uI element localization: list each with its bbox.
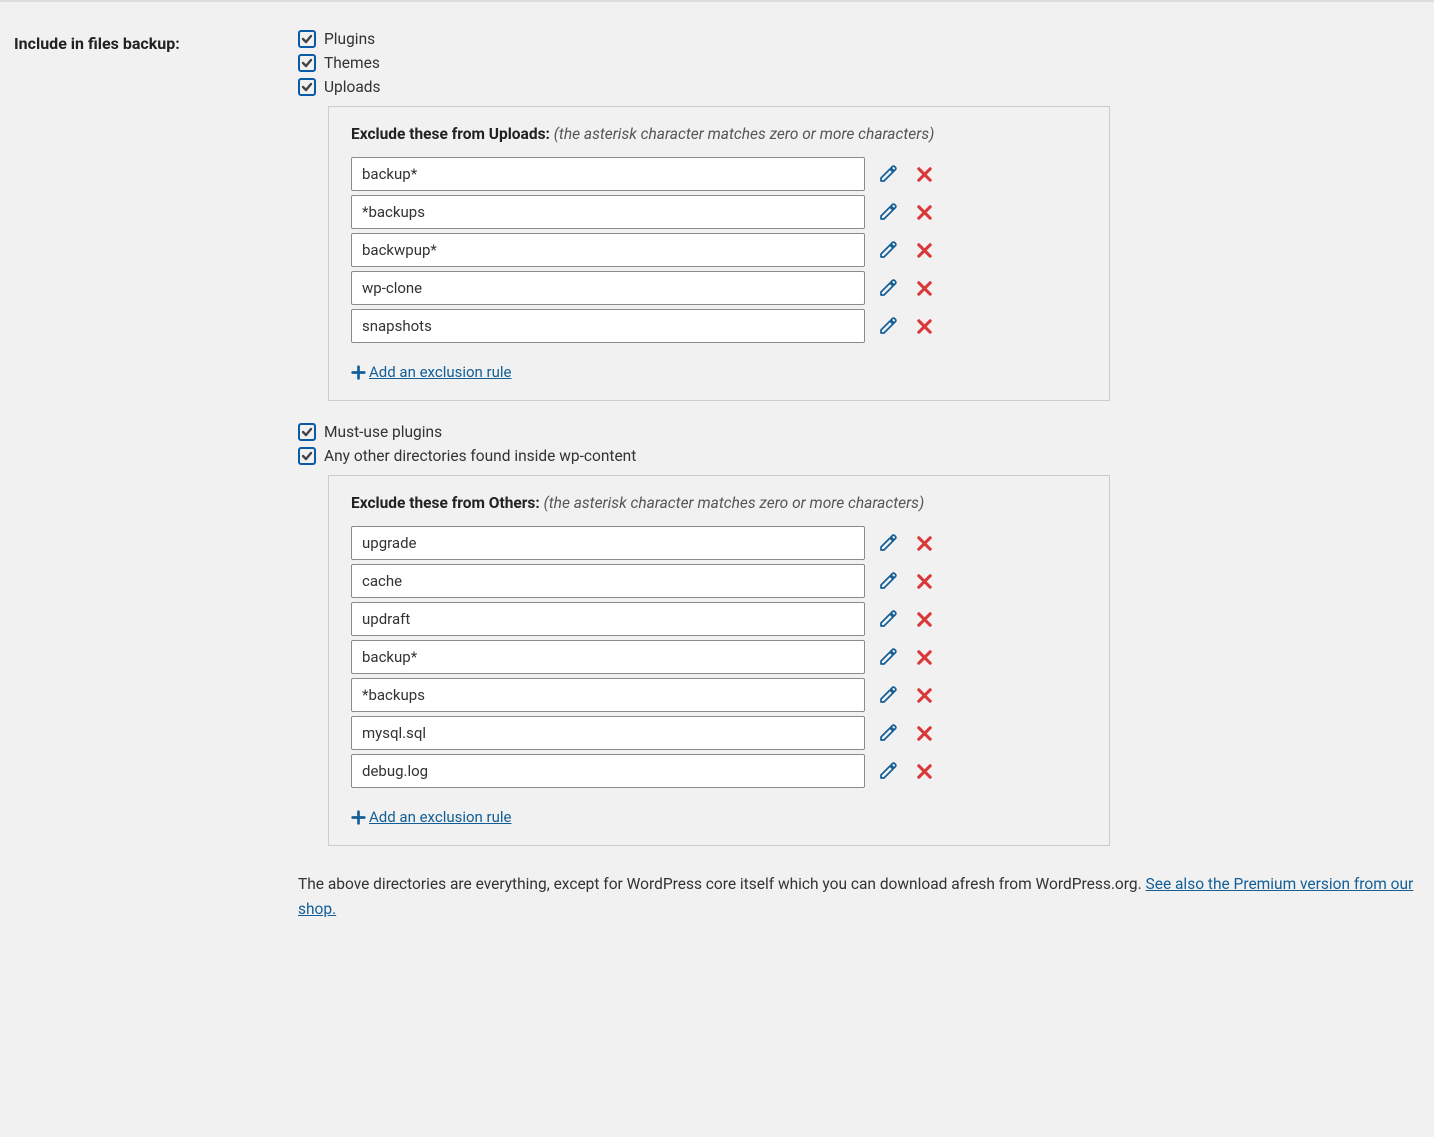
exclusion-rule-input[interactable]: *backups — [351, 678, 865, 712]
edit-icon[interactable] — [879, 165, 897, 183]
delete-icon[interactable] — [915, 610, 933, 628]
edit-icon[interactable] — [879, 686, 897, 704]
exclusion-rule-row: upgrade — [351, 526, 1087, 560]
delete-icon[interactable] — [915, 762, 933, 780]
add-others-rule-button[interactable]: Add an exclusion rule — [351, 806, 512, 827]
delete-icon[interactable] — [915, 686, 933, 704]
edit-icon[interactable] — [879, 724, 897, 742]
exclusion-rule-input[interactable]: snapshots — [351, 309, 865, 343]
uploads-panel-subtitle: (the asterisk character matches zero or … — [554, 125, 935, 143]
delete-icon[interactable] — [915, 279, 933, 297]
others-panel-title: Exclude these from Others: — [351, 494, 540, 512]
exclusion-rule-input[interactable]: backwpup* — [351, 233, 865, 267]
exclusion-rule-input[interactable]: updraft — [351, 602, 865, 636]
exclusion-rule-row: *backups — [351, 195, 1087, 229]
others-exclusion-panel: Exclude these from Others: (the asterisk… — [328, 475, 1110, 846]
exclusion-rule-row: cache — [351, 564, 1087, 598]
add-rule-label: Add an exclusion rule — [369, 808, 512, 826]
uploads-panel-title: Exclude these from Uploads: — [351, 125, 550, 143]
exclusion-rule-input[interactable]: backup* — [351, 157, 865, 191]
exclusion-rule-row: backwpup* — [351, 233, 1087, 267]
delete-icon[interactable] — [915, 165, 933, 183]
edit-icon[interactable] — [879, 648, 897, 666]
exclusion-rule-row: backup* — [351, 640, 1087, 674]
edit-icon[interactable] — [879, 762, 897, 780]
uploads-checkbox-label: Uploads — [324, 78, 381, 96]
edit-icon[interactable] — [879, 610, 897, 628]
uploads-checkbox[interactable] — [298, 78, 316, 96]
delete-icon[interactable] — [915, 241, 933, 259]
exclusion-rule-row: backup* — [351, 157, 1087, 191]
exclusion-rule-input[interactable]: backup* — [351, 640, 865, 674]
edit-icon[interactable] — [879, 241, 897, 259]
add-rule-label: Add an exclusion rule — [369, 363, 512, 381]
exclusion-rule-row: mysql.sql — [351, 716, 1087, 750]
other-dirs-checkbox-label: Any other directories found inside wp-co… — [324, 447, 636, 465]
delete-icon[interactable] — [915, 724, 933, 742]
edit-icon[interactable] — [879, 534, 897, 552]
exclusion-rule-row: *backups — [351, 678, 1087, 712]
exclusion-rule-row: wp-clone — [351, 271, 1087, 305]
mu-plugins-checkbox-label: Must-use plugins — [324, 423, 442, 441]
edit-icon[interactable] — [879, 203, 897, 221]
exclusion-rule-row: debug.log — [351, 754, 1087, 788]
edit-icon[interactable] — [879, 279, 897, 297]
exclusion-rule-row: updraft — [351, 602, 1087, 636]
exclusion-rule-row: snapshots — [351, 309, 1087, 343]
edit-icon[interactable] — [879, 572, 897, 590]
exclusion-rule-input[interactable]: wp-clone — [351, 271, 865, 305]
edit-icon[interactable] — [879, 317, 897, 335]
themes-checkbox-label: Themes — [324, 54, 380, 72]
section-divider — [0, 0, 1434, 2]
section-label: Include in files backup: — [14, 34, 180, 53]
exclusion-rule-input[interactable]: mysql.sql — [351, 716, 865, 750]
delete-icon[interactable] — [915, 203, 933, 221]
exclusion-rule-input[interactable]: debug.log — [351, 754, 865, 788]
add-uploads-rule-button[interactable]: Add an exclusion rule — [351, 361, 512, 382]
delete-icon[interactable] — [915, 648, 933, 666]
plugins-checkbox[interactable] — [298, 30, 316, 48]
exclusion-rule-input[interactable]: cache — [351, 564, 865, 598]
uploads-exclusion-panel: Exclude these from Uploads: (the asteris… — [328, 106, 1110, 401]
plus-icon — [351, 806, 366, 827]
exclusion-rule-input[interactable]: *backups — [351, 195, 865, 229]
themes-checkbox[interactable] — [298, 54, 316, 72]
others-panel-subtitle: (the asterisk character matches zero or … — [544, 494, 925, 512]
mu-plugins-checkbox[interactable] — [298, 423, 316, 441]
plus-icon — [351, 361, 366, 382]
delete-icon[interactable] — [915, 534, 933, 552]
exclusion-rule-input[interactable]: upgrade — [351, 526, 865, 560]
other-dirs-checkbox[interactable] — [298, 447, 316, 465]
delete-icon[interactable] — [915, 572, 933, 590]
footer-text: The above directories are everything, ex… — [298, 875, 1146, 893]
delete-icon[interactable] — [915, 317, 933, 335]
plugins-checkbox-label: Plugins — [324, 30, 375, 48]
